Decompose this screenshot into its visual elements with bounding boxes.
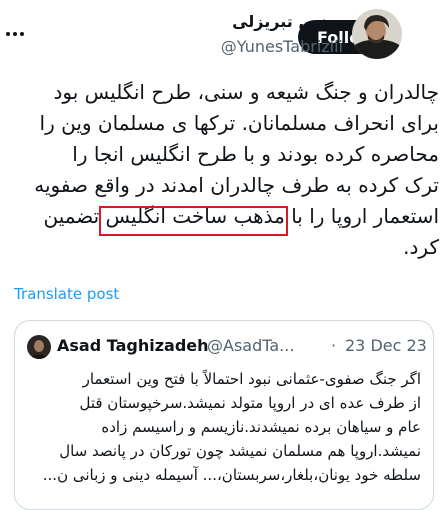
quoted-line: عام و سیاهان برده نمیشدند.نازیسم و راسیس… xyxy=(101,418,421,436)
quoted-author-avatar xyxy=(27,335,51,359)
quoted-line: اگر جنگ صفوی-عثمانی نبود احتمالاً با فتح… xyxy=(82,370,421,388)
tweet-line: چالدران و جنگ شیعه و سنی، طرح انگلیس بود xyxy=(53,80,440,104)
author-handle[interactable]: @YunesTabrizlii xyxy=(150,37,343,56)
tweet-line: ترک کرده به طرف چالدران امدند در واقع صف… xyxy=(34,173,439,197)
highlight-box xyxy=(99,206,288,236)
translate-post-link[interactable]: Translate post xyxy=(14,285,119,303)
quoted-line: نمیشد.اروپا هم مسلمان نمیشد چون تورکان د… xyxy=(59,442,421,460)
quoted-post-date: 23 Dec 23 xyxy=(345,336,427,355)
quoted-line: سلطه خود یونان،بلغار،سربستان،... آسیمله … xyxy=(42,466,421,484)
separator-dot: · xyxy=(331,336,337,355)
quoted-post-text: اگر جنگ صفوی-عثمانی نبود احتمالاً با فتح… xyxy=(25,367,421,487)
tweet-line: کرد. xyxy=(403,235,439,259)
more-options-icon[interactable] xyxy=(4,26,26,40)
author-display-name[interactable]: یونس تبریزلی xyxy=(160,12,343,31)
tweet-line: محاصره کرده بودند و با طرح انگلیس انجا ر… xyxy=(72,142,439,166)
quoted-line: از طرف عده ای در اروپا متولد نمیشد.سرخپو… xyxy=(79,394,421,412)
author-avatar[interactable] xyxy=(352,9,402,59)
quoted-post-card[interactable]: Asad Taghizadeh @AsadTa... · 23 Dec 23 ا… xyxy=(14,320,434,510)
tweet-line: برای انحراف مسلمانان. ترکها ی مسلمان وین… xyxy=(39,111,439,135)
quoted-author-handle: @AsadTa... xyxy=(207,336,295,355)
quoted-author-name: Asad Taghizadeh xyxy=(57,336,209,355)
